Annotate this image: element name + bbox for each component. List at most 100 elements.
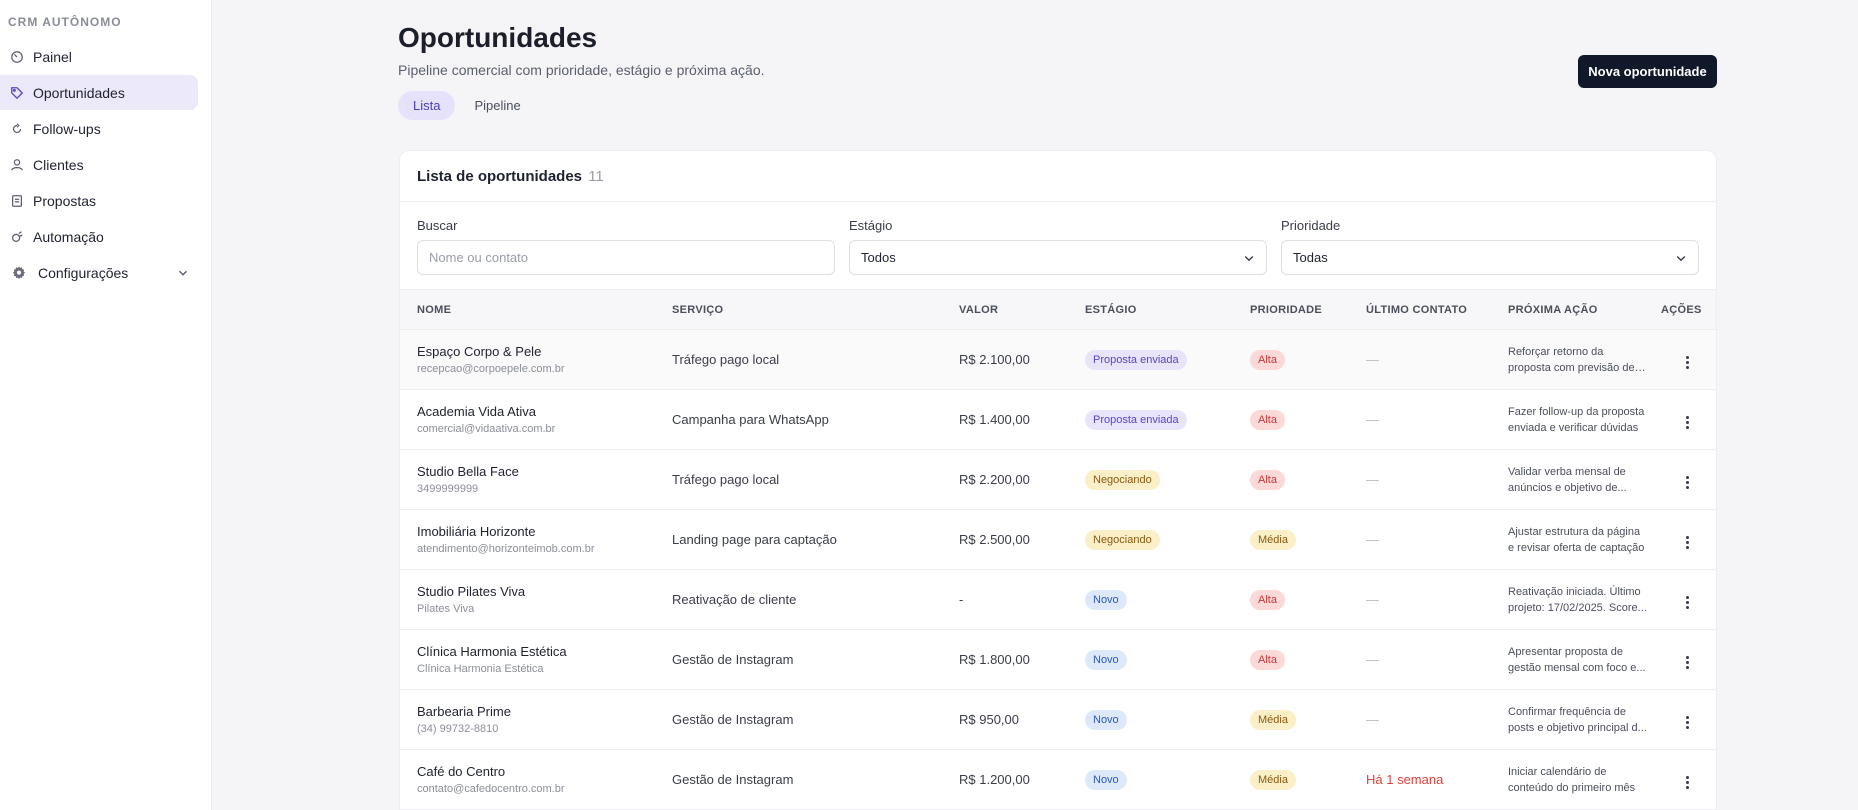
priority-badge: Média bbox=[1250, 709, 1296, 730]
opportunity-name[interactable]: Studio Pilates Viva bbox=[417, 584, 655, 599]
cell-name: Espaço Corpo & Pele recepcao@corpoepele.c… bbox=[400, 330, 655, 390]
cell-value: R$ 1.200,00 bbox=[959, 772, 1030, 787]
sidebar-item-oportunidades[interactable]: Oportunidades bbox=[0, 75, 198, 110]
cell-name: Barbearia Prime (34) 99732-8810 bbox=[400, 690, 655, 750]
tab-lista[interactable]: Lista bbox=[398, 91, 456, 120]
cell-value: R$ 1.800,00 bbox=[959, 652, 1030, 667]
tab-pipeline[interactable]: Pipeline bbox=[459, 91, 535, 120]
opportunity-name[interactable]: Studio Bella Face bbox=[417, 464, 655, 479]
cell-next-action: Reativação iniciada. Último projeto: 17/… bbox=[1491, 570, 1657, 630]
table-row[interactable]: Studio Pilates Viva Pilates Viva Reativaçã… bbox=[400, 570, 1716, 630]
opportunity-contact: Pilates Viva bbox=[417, 603, 475, 615]
card-title: Lista de oportunidades 11 bbox=[400, 151, 1716, 202]
col-header-ultimo-contato[interactable]: ÚLTIMO CONTATO bbox=[1349, 290, 1491, 330]
cell-priority: Alta bbox=[1233, 330, 1349, 390]
table-row[interactable]: Barbearia Prime (34) 99732-8810 Gestão de … bbox=[400, 690, 1716, 750]
opportunity-name[interactable]: Barbearia Prime bbox=[417, 704, 655, 719]
col-header-valor[interactable]: VALOR bbox=[942, 290, 1068, 330]
cell-value: R$ 1.400,00 bbox=[959, 412, 1030, 427]
col-header-prioridade[interactable]: PRIORIDADE bbox=[1233, 290, 1349, 330]
col-header-nome[interactable]: NOME bbox=[400, 290, 655, 330]
cell-stage: Novo bbox=[1068, 690, 1233, 750]
table-row[interactable]: Clínica Harmonia Estética Clínica Harmoni… bbox=[400, 630, 1716, 690]
more-actions-icon[interactable] bbox=[1682, 772, 1693, 793]
next-action-text: Iniciar calendário de conteúdo do primei… bbox=[1508, 765, 1636, 794]
cell-next-action: Ajustar estrutura da página e revisar of… bbox=[1491, 510, 1657, 570]
cell-service: Landing page para captação bbox=[672, 532, 837, 547]
cell-actions bbox=[1657, 450, 1716, 510]
cell-priority: Alta bbox=[1233, 450, 1349, 510]
opportunity-name[interactable]: Academia Vida Ativa bbox=[417, 404, 655, 419]
sidebar-item-propostas[interactable]: Propostas bbox=[0, 183, 198, 218]
opportunity-contact: (34) 99732-8810 bbox=[417, 723, 499, 735]
more-actions-icon[interactable] bbox=[1682, 592, 1693, 613]
col-header-servico[interactable]: SERVIÇO bbox=[655, 290, 942, 330]
priority-badge: Alta bbox=[1250, 589, 1285, 610]
view-tabs: Lista Pipeline bbox=[398, 91, 536, 120]
table-row[interactable]: Café do Centro contato@cafedocentro.com.b… bbox=[400, 750, 1716, 810]
more-actions-icon[interactable] bbox=[1682, 532, 1693, 553]
priority-label: Prioridade bbox=[1281, 218, 1341, 233]
priority-select[interactable]: Todas bbox=[1281, 240, 1699, 275]
table-row[interactable]: Imobiliária Horizonte atendimento@horizon… bbox=[400, 510, 1716, 570]
stage-badge: Proposta enviada bbox=[1085, 409, 1187, 430]
automation-icon bbox=[10, 230, 24, 244]
more-actions-icon[interactable] bbox=[1682, 352, 1693, 373]
cell-name: Imobiliária Horizonte atendimento@horizon… bbox=[400, 510, 655, 570]
table-header-row: NOME SERVIÇO VALOR ESTÁGIO PRIORIDADE ÚL… bbox=[400, 289, 1716, 330]
cell-priority: Média bbox=[1233, 750, 1349, 810]
opportunity-contact: Clínica Harmonia Estética bbox=[417, 663, 544, 675]
table-row[interactable]: Espaço Corpo & Pele recepcao@corpoepele.c… bbox=[400, 329, 1716, 390]
cell-last-contact: — bbox=[1366, 352, 1379, 367]
sidebar-item-painel[interactable]: Painel bbox=[0, 39, 198, 74]
table-row[interactable]: Academia Vida Ativa comercial@vidaativa.c… bbox=[400, 390, 1716, 450]
more-actions-icon[interactable] bbox=[1682, 652, 1693, 673]
cell-service: Gestão de Instagram bbox=[672, 772, 794, 787]
col-header-proxima-acao[interactable]: PRÓXIMA AÇÃO bbox=[1491, 290, 1657, 330]
cell-name: Academia Vida Ativa comercial@vidaativa.c… bbox=[400, 390, 655, 450]
cell-priority: Alta bbox=[1233, 570, 1349, 630]
table-row[interactable]: Studio Bella Face 3499999999 Tráfego pago … bbox=[400, 450, 1716, 510]
card-title-text: Lista de oportunidades bbox=[417, 168, 583, 185]
more-actions-icon[interactable] bbox=[1682, 472, 1693, 493]
cell-next-action: Iniciar calendário de conteúdo do primei… bbox=[1491, 750, 1657, 810]
priority-badge: Alta bbox=[1250, 409, 1285, 430]
sidebar-item-label: Follow-ups bbox=[33, 120, 101, 137]
search-filter: Buscar bbox=[417, 218, 835, 275]
new-opportunity-button[interactable]: Nova oportunidade bbox=[1578, 55, 1717, 88]
search-input[interactable] bbox=[417, 240, 835, 275]
sidebar-item-configuracoes[interactable]: Configurações bbox=[0, 255, 198, 290]
opportunity-name[interactable]: Imobiliária Horizonte bbox=[417, 524, 655, 539]
stage-select-value: Todos bbox=[861, 250, 896, 265]
page-title: Oportunidades bbox=[398, 22, 598, 53]
cell-next-action: Confirmar frequência de posts e objetivo… bbox=[1491, 690, 1657, 750]
opportunities-card: Lista de oportunidades 11 Buscar Estágio… bbox=[399, 150, 1717, 810]
stage-select[interactable]: Todos bbox=[849, 240, 1267, 275]
opportunity-contact: 3499999999 bbox=[417, 483, 479, 495]
col-header-estagio[interactable]: ESTÁGIO bbox=[1068, 290, 1233, 330]
opportunity-name[interactable]: Café do Centro bbox=[417, 764, 655, 779]
sidebar-item-automacao[interactable]: Automação bbox=[0, 219, 198, 254]
cell-service: Campanha para WhatsApp bbox=[672, 412, 829, 427]
cell-last-contact: — bbox=[1366, 592, 1379, 607]
col-header-acoes: AÇÕES bbox=[1661, 303, 1702, 316]
opportunity-contact: atendimento@horizonteimob.com.br bbox=[417, 543, 595, 555]
sidebar-item-label: Propostas bbox=[33, 192, 97, 209]
opportunity-name[interactable]: Espaço Corpo & Pele bbox=[417, 344, 655, 359]
cell-last-contact: — bbox=[1366, 532, 1379, 547]
opportunity-name[interactable]: Clínica Harmonia Estética bbox=[417, 644, 655, 659]
cell-value: R$ 2.200,00 bbox=[959, 472, 1030, 487]
more-actions-icon[interactable] bbox=[1682, 712, 1693, 733]
priority-badge: Alta bbox=[1250, 469, 1285, 490]
more-actions-icon[interactable] bbox=[1682, 412, 1693, 433]
sidebar-item-follow-ups[interactable]: Follow-ups bbox=[0, 111, 198, 146]
count-badge: 11 bbox=[588, 168, 604, 185]
cell-next-action: Validar verba mensal de anúncios e objet… bbox=[1491, 450, 1657, 510]
chevron-down-icon bbox=[1244, 256, 1254, 262]
cell-actions bbox=[1657, 750, 1716, 810]
sidebar-item-clientes[interactable]: Clientes bbox=[0, 147, 198, 182]
cell-last-contact: — bbox=[1366, 712, 1379, 727]
filters-bar: Buscar Estágio Todos Prioridade Todas bbox=[400, 202, 1716, 289]
priority-filter: Prioridade Todas bbox=[1281, 218, 1699, 275]
cell-value: - bbox=[959, 592, 964, 607]
